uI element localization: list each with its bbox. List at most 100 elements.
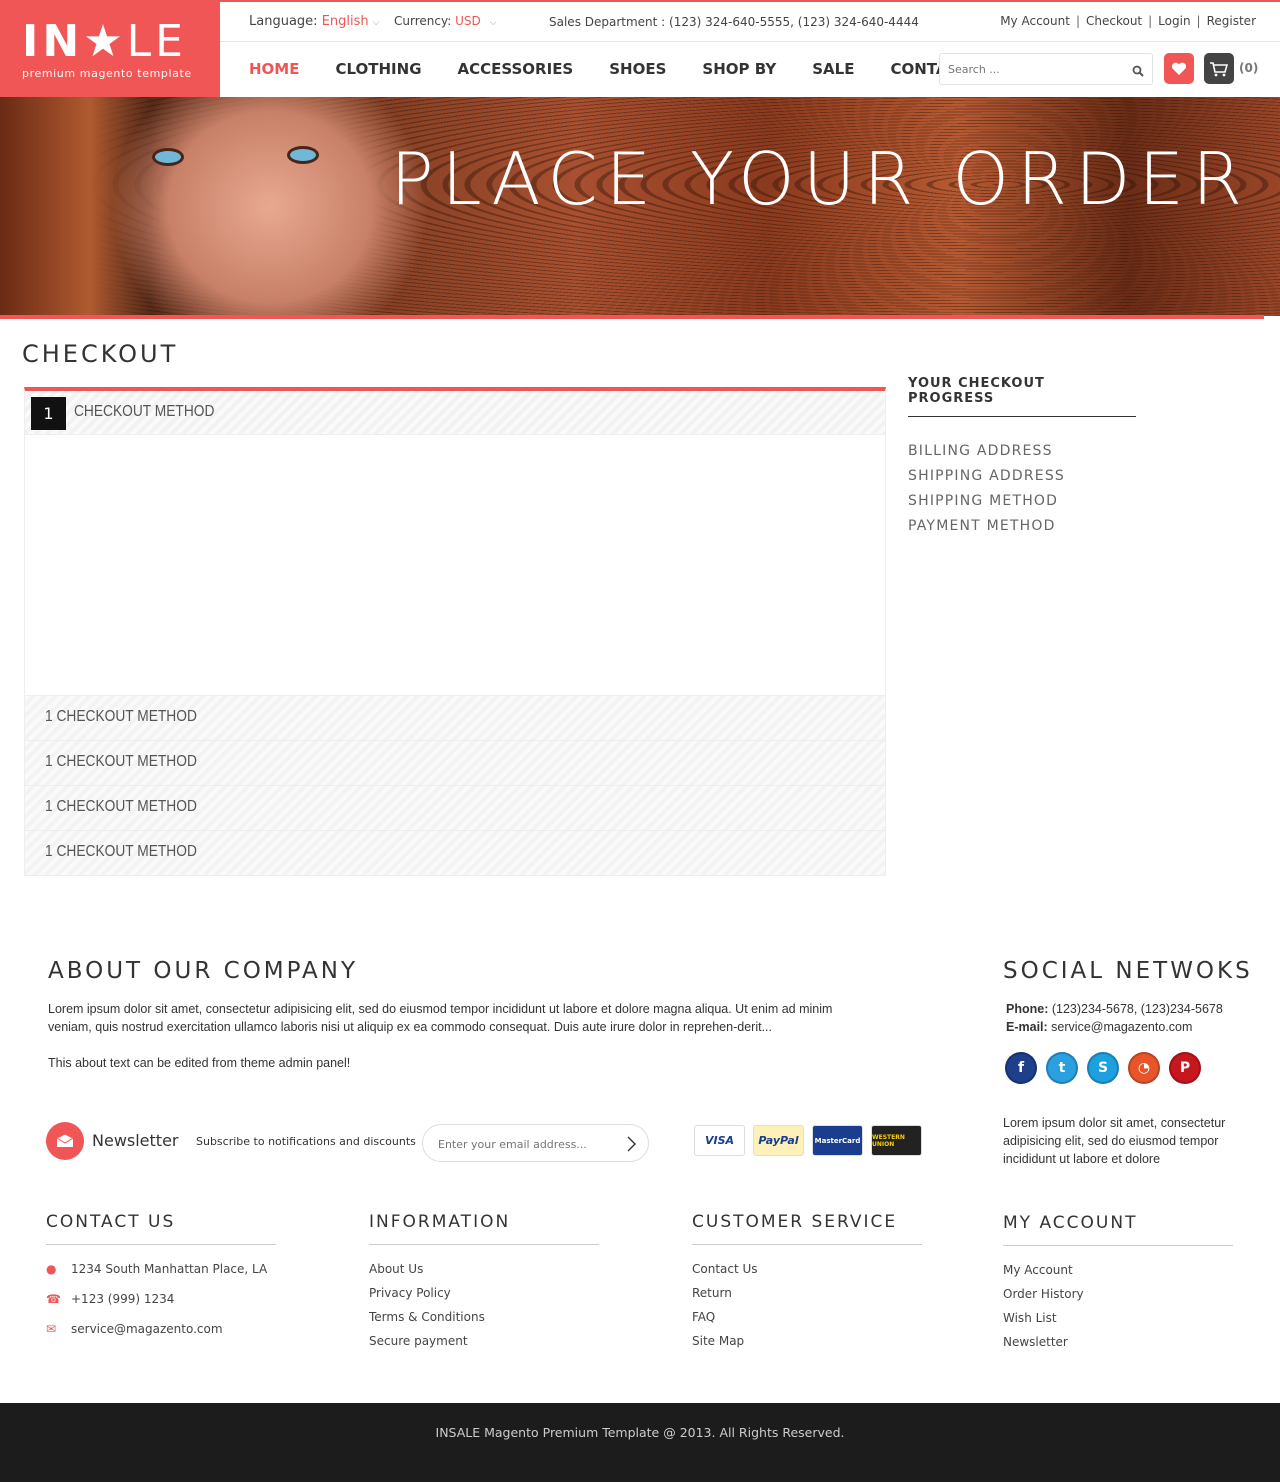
step-label: CHECKOUT METHOD: [74, 403, 215, 420]
language-value: English: [321, 14, 369, 29]
progress-item: SHIPPING ADDRESS: [908, 468, 1066, 484]
footer-link[interactable]: Terms & Conditions: [369, 1309, 599, 1333]
hero-banner: PLACE YOUR ORDER: [0, 97, 1280, 316]
rss-icon[interactable]: ◔: [1128, 1052, 1160, 1084]
link-checkout[interactable]: Checkout: [1086, 14, 1142, 28]
mail-icon: ✉: [46, 1322, 57, 1336]
checkout-step[interactable]: 1 CHECKOUT METHOD: [24, 696, 886, 741]
about-note: This about text can be edited from theme…: [48, 1056, 351, 1070]
western-union-icon: WESTERN UNION: [871, 1125, 922, 1156]
footer-link[interactable]: Secure payment: [369, 1333, 599, 1357]
copyright: INSALE Magento Premium Template @ 2013. …: [0, 1403, 1280, 1482]
search-input[interactable]: [948, 60, 1118, 78]
footer-link[interactable]: Return: [692, 1285, 922, 1309]
heart-icon: [1171, 62, 1187, 75]
about-title: ABOUT OUR COMPANY: [48, 958, 359, 984]
progress-item: BILLING ADDRESS: [908, 443, 1053, 459]
newsletter-email-input[interactable]: [438, 1136, 613, 1152]
nav-accessories[interactable]: ACCESSORIES: [458, 60, 574, 78]
link-login[interactable]: Login: [1158, 14, 1190, 28]
twitter-icon[interactable]: t: [1046, 1052, 1078, 1084]
search-box: [939, 53, 1153, 85]
banner-title: PLACE YOUR ORDER: [390, 137, 1250, 221]
checkout-accordion: 1 CHECKOUT METHOD 1 CHECKOUT METHOD 1 CH…: [24, 387, 886, 877]
chevron-down-icon: ⌵: [372, 18, 380, 28]
skype-icon[interactable]: S: [1087, 1052, 1119, 1084]
social-icons: f t S ◔ P: [1005, 1052, 1263, 1084]
progress-item: PAYMENT METHOD: [908, 518, 1056, 534]
cart-icon: [1210, 61, 1229, 76]
social-email: service@magazento.com: [1051, 1020, 1193, 1034]
currency-value: USD: [455, 14, 481, 28]
footer-information-title: INFORMATION: [369, 1212, 599, 1245]
progress-title: YOUR CHECKOUT PROGRESS: [908, 376, 1136, 417]
footer-link[interactable]: Contact Us: [692, 1261, 922, 1285]
mastercard-icon: MasterCard: [812, 1125, 863, 1156]
step-number: 1: [31, 397, 66, 430]
payment-methods: VISA PayPal MasterCard WESTERN UNION: [694, 1125, 922, 1156]
footer-link[interactable]: My Account: [1003, 1262, 1233, 1286]
top-bar: Language: English ⌵ Currency: USD ⌵ Sales …: [220, 0, 1280, 42]
footer-contact-title: CONTACT US: [46, 1212, 276, 1245]
link-my-account[interactable]: My Account: [1000, 14, 1070, 28]
checkout-step[interactable]: 1 CHECKOUT METHOD: [24, 786, 886, 831]
chevron-down-icon: ⌵: [489, 18, 497, 28]
banner-divider: [0, 315, 1264, 319]
checkout-step-active[interactable]: 1 CHECKOUT METHOD: [24, 387, 886, 434]
cart-button[interactable]: [1204, 53, 1234, 84]
nav-home[interactable]: HOME: [249, 60, 299, 78]
phone-icon: ☎: [46, 1292, 61, 1306]
social-section: SOCIAL NETWOKS Phone: (123)234-5678, (12…: [1003, 958, 1263, 1168]
footer-customer-service: CUSTOMER SERVICE Contact Us Return FAQ S…: [692, 1212, 922, 1357]
facebook-icon[interactable]: f: [1005, 1052, 1037, 1084]
map-pin-icon: ●: [46, 1262, 57, 1276]
star-icon: ★: [83, 16, 127, 67]
nav-shoes[interactable]: SHOES: [609, 60, 666, 78]
checkout-step-content: [24, 434, 886, 696]
paypal-icon: PayPal: [753, 1125, 804, 1156]
envelope-icon: [46, 1122, 84, 1160]
link-register[interactable]: Register: [1207, 14, 1256, 28]
model-image: [110, 97, 430, 316]
pinterest-icon[interactable]: P: [1169, 1052, 1201, 1084]
checkout-progress: YOUR CHECKOUT PROGRESS BILLING ADDRESS S…: [908, 376, 1136, 543]
footer-link[interactable]: Wish List: [1003, 1310, 1233, 1334]
nav-clothing[interactable]: CLOTHING: [335, 60, 421, 78]
site-logo[interactable]: IN★LE premium magento template: [0, 0, 220, 97]
language-selector[interactable]: Language: English ⌵: [249, 14, 379, 29]
currency-selector[interactable]: Currency: USD ⌵: [394, 14, 497, 28]
footer-address: ● 1234 South Manhattan Place, LA: [46, 1262, 268, 1276]
about-text: Lorem ipsum dolor sit amet, consectetur …: [48, 1002, 833, 1034]
account-links: My Account | Checkout | Login | Register: [1000, 14, 1256, 28]
social-text: Lorem ipsum dolor sit amet, consectetur …: [1003, 1116, 1226, 1166]
checkout-step[interactable]: 1 CHECKOUT METHOD: [24, 741, 886, 786]
social-contact-info: Phone: (123)234-5678, (123)234-5678 E-ma…: [1006, 1002, 1223, 1034]
footer-contact: CONTACT US ● 1234 South Manhattan Place, …: [46, 1212, 276, 1351]
footer-link[interactable]: Privacy Policy: [369, 1285, 599, 1309]
footer-link[interactable]: Order History: [1003, 1286, 1233, 1310]
newsletter-title: Newsletter: [92, 1131, 179, 1150]
footer-my-account-title: MY ACCOUNT: [1003, 1213, 1233, 1246]
visa-icon: VISA: [694, 1125, 745, 1156]
social-title: SOCIAL NETWOKS: [1003, 958, 1253, 984]
footer-phone: ☎ +123 (999) 1234: [46, 1292, 175, 1306]
footer-link[interactable]: Newsletter: [1003, 1334, 1233, 1358]
search-icon[interactable]: [1132, 62, 1144, 81]
main-nav: HOME CLOTHING ACCESSORIES SHOES SHOP BY …: [249, 60, 1005, 78]
nav-sale[interactable]: SALE: [812, 60, 854, 78]
checkout-step[interactable]: 1 CHECKOUT METHOD: [24, 831, 886, 876]
nav-shop-by[interactable]: SHOP BY: [702, 60, 776, 78]
social-phone: (123)234-5678, (123)234-5678: [1051, 1002, 1223, 1016]
footer-link[interactable]: FAQ: [692, 1309, 922, 1333]
footer-link[interactable]: Site Map: [692, 1333, 922, 1357]
chevron-right-icon[interactable]: [627, 1136, 636, 1156]
about-section: ABOUT OUR COMPANY Lorem ipsum dolor sit …: [48, 958, 848, 1072]
cart-count[interactable]: (0): [1239, 61, 1258, 75]
wishlist-button[interactable]: [1164, 53, 1194, 84]
sales-phone: Sales Department : (123) 324-640-5555, (…: [549, 15, 919, 29]
footer-link[interactable]: About Us: [369, 1261, 599, 1285]
footer-email[interactable]: ✉ service@magazento.com: [46, 1321, 276, 1351]
footer-information: INFORMATION About Us Privacy Policy Term…: [369, 1212, 599, 1357]
footer-my-account: MY ACCOUNT My Account Order History Wish…: [1003, 1213, 1233, 1358]
newsletter-form: [422, 1124, 649, 1162]
